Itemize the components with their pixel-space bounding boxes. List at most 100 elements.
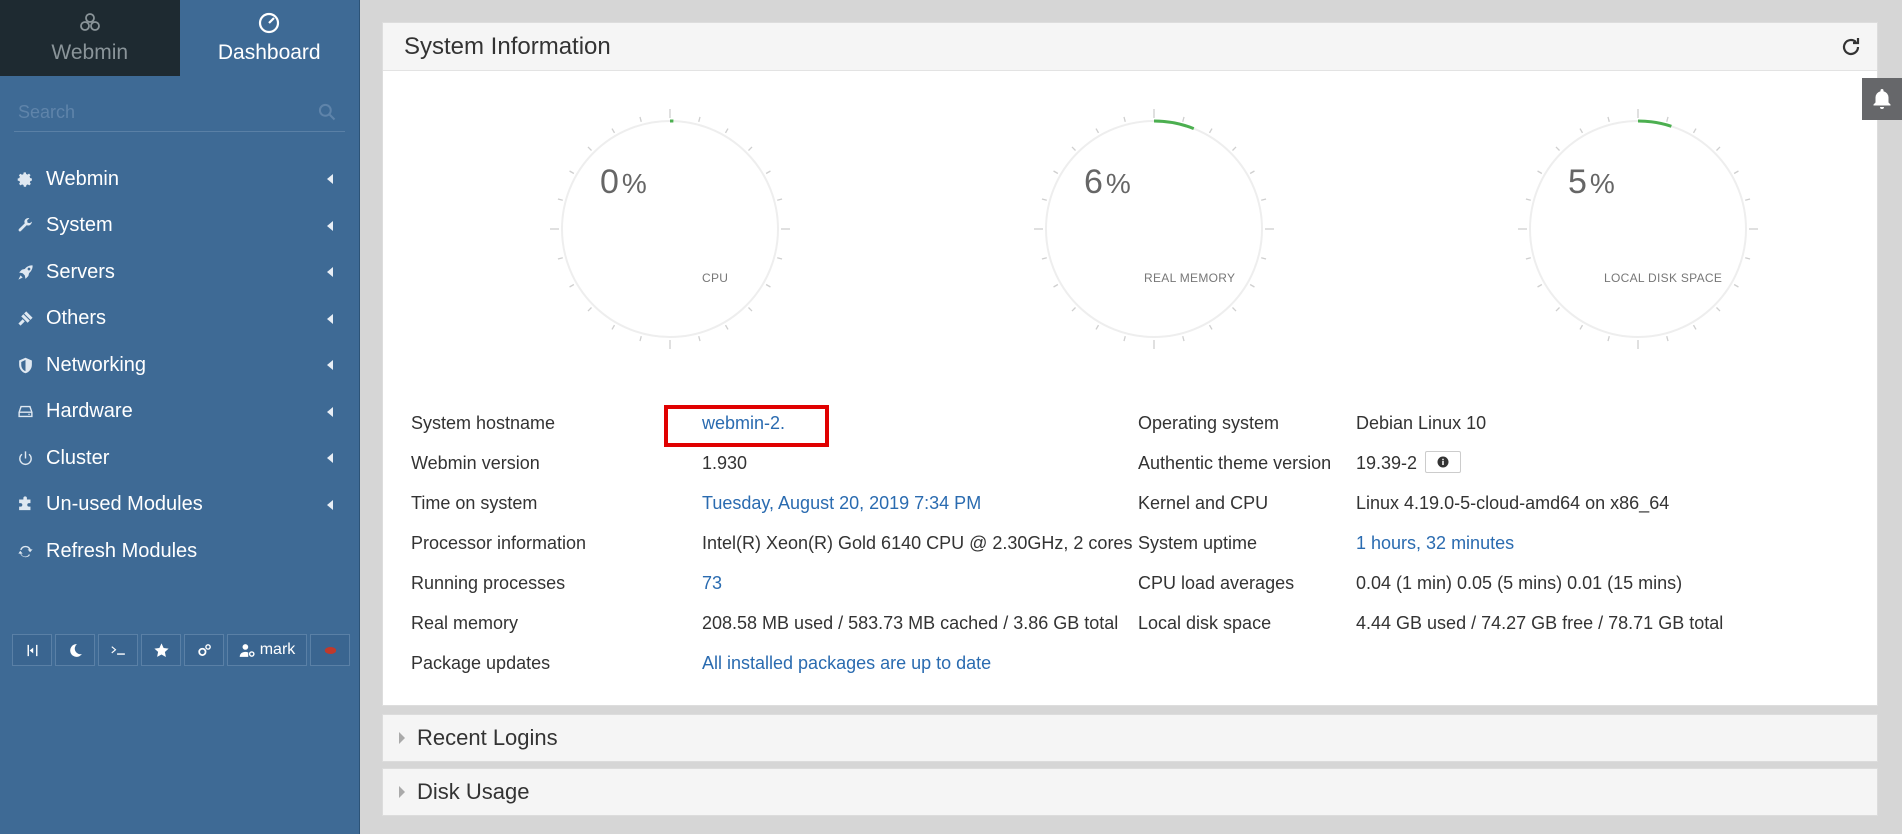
sidebar-item-webmin[interactable]: Webmin [0, 156, 359, 203]
time-link[interactable]: Tuesday, August 20, 2019 7:34 PM [702, 493, 981, 514]
gauge-tick [569, 170, 575, 175]
gauge-value: 6% [1084, 163, 1131, 201]
gauge-tick [1208, 128, 1213, 134]
refresh-icon[interactable] [1839, 35, 1863, 59]
gauge-ring [1045, 120, 1263, 338]
row-label: System hostname [411, 413, 556, 433]
sidebar-item-system[interactable]: System [0, 203, 359, 250]
user-account-button[interactable]: mark [227, 634, 307, 666]
sidebar-item-label: Webmin [46, 167, 119, 190]
search-box [14, 94, 345, 132]
gauge-tick [748, 307, 753, 312]
gauge-tick [1249, 170, 1255, 175]
gauge-tick [1261, 198, 1267, 201]
sidebar-item-networking[interactable]: Networking [0, 342, 359, 389]
sidebar-item-unused-modules[interactable]: Un-used Modules [0, 482, 359, 529]
row-label: CPU load averages [1138, 573, 1295, 593]
dashboard-gauge-icon [259, 12, 280, 34]
search-icon[interactable] [317, 102, 337, 122]
gauge-tick [1071, 307, 1076, 312]
gauge-tick [1041, 257, 1047, 260]
terminal-icon [110, 645, 125, 655]
gauge-tick [1041, 198, 1047, 201]
gauge-tick [1607, 336, 1610, 342]
webmin-tab[interactable]: Webmin [0, 0, 180, 76]
theme-info-button[interactable] [1425, 451, 1462, 474]
sidebar-item-label: Hardware [46, 400, 133, 423]
gauge-tick [777, 257, 783, 260]
gauge-tick [1249, 283, 1255, 288]
gauge-tick [1666, 336, 1669, 342]
gauge-tick [1232, 146, 1237, 151]
gauge-tick [1123, 336, 1126, 342]
gauge-tick [611, 128, 616, 134]
rocket-icon [16, 263, 34, 281]
caret-left-icon [327, 267, 333, 278]
system-information-panel: System Information 0% CPU 6% REAL MEMORY… [382, 22, 1878, 706]
gauge-tick [1579, 128, 1584, 134]
gauge-tick [1525, 257, 1531, 260]
caret-left-icon [327, 360, 333, 371]
sidebar-toolbar: mark [12, 634, 353, 666]
row-label: Kernel and CPU [1138, 493, 1269, 513]
package-updates-link[interactable]: All installed packages are up to date [702, 653, 991, 674]
gauge-tick [777, 198, 783, 201]
sidebar-item-label: Un-used Modules [46, 493, 203, 516]
disk-usage-panel[interactable]: Disk Usage [382, 768, 1878, 816]
gauge-ring [1529, 120, 1747, 338]
notifications-button[interactable] [1862, 78, 1902, 120]
system-information-header[interactable]: System Information [383, 23, 1877, 71]
webmin-tab-label: Webmin [51, 41, 129, 64]
gauge-tick [1182, 116, 1185, 122]
night-mode-button[interactable] [55, 634, 95, 666]
expand-caret-icon [399, 786, 405, 798]
sidebar-item-refresh-modules[interactable]: Refresh Modules [0, 528, 359, 575]
sidebar-item-cluster[interactable]: Cluster [0, 435, 359, 482]
gauge-tick [1733, 283, 1739, 288]
favorites-button[interactable] [141, 634, 181, 666]
gauge-tick [1733, 170, 1739, 175]
panel-title: System Information [404, 32, 611, 60]
collapse-sidebar-button[interactable] [12, 634, 52, 666]
terminal-button[interactable] [98, 634, 138, 666]
gauge-arc [1153, 119, 1195, 130]
wrench-icon [16, 217, 34, 235]
collapse-icon [27, 644, 37, 656]
gauge-dial [1034, 109, 1274, 349]
sidebar-item-others[interactable]: Others [0, 296, 359, 343]
processes-link[interactable]: 73 [702, 573, 722, 594]
theme-config-button[interactable] [184, 634, 224, 666]
row-value: Linux 4.19.0-5-cloud-amd64 on x86_64 [1356, 493, 1670, 513]
row-value: 19.39-2 [1356, 451, 1462, 475]
search-input[interactable] [14, 94, 345, 130]
sidebar-item-hardware[interactable]: Hardware [0, 389, 359, 436]
gauge-dial [1518, 109, 1758, 349]
gear-icon [16, 170, 34, 188]
row-value: 1.930 [702, 453, 748, 473]
caret-left-icon [327, 453, 333, 464]
sidebar-item-servers[interactable]: Servers [0, 249, 359, 296]
logout-button[interactable] [310, 634, 350, 666]
hdd-icon [16, 403, 34, 421]
sidebar: Webmin Dashboard Webmin System Servers [0, 0, 360, 834]
recent-logins-panel[interactable]: Recent Logins [382, 714, 1878, 762]
gauge-ring [561, 120, 779, 338]
gauge-tick [1525, 198, 1531, 201]
real-memory-gauge: 6% REAL MEMORY [1034, 109, 1274, 349]
dashboard-tab[interactable]: Dashboard [179, 0, 359, 76]
puzzle-icon [16, 496, 34, 514]
gauge-tick [765, 170, 771, 175]
uptime-link[interactable]: 1 hours, 32 minutes [1356, 533, 1514, 554]
gauge-tick [1232, 307, 1237, 312]
dashboard-tab-label: Dashboard [217, 41, 321, 64]
row-label: Package updates [411, 653, 551, 673]
gauge-tick [639, 116, 642, 122]
gauge-tick [1123, 116, 1126, 122]
user-cog-icon [239, 643, 255, 657]
gauge-tick [1607, 116, 1610, 122]
caret-left-icon [327, 220, 333, 231]
gauge-label: CPU [702, 271, 729, 285]
moon-icon [69, 643, 82, 657]
gauge-label: REAL MEMORY [1144, 271, 1236, 285]
webmin-logo-icon [79, 13, 100, 31]
